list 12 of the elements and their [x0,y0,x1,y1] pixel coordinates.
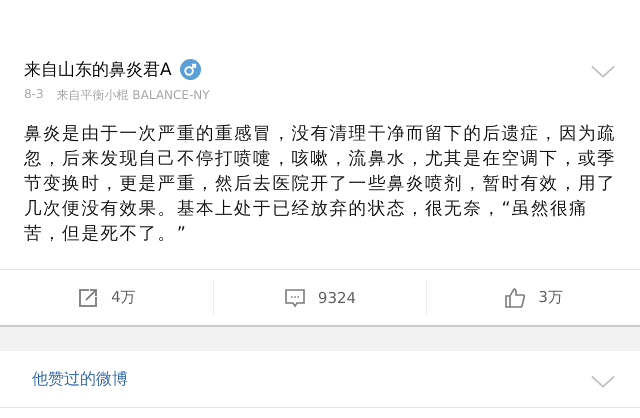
action-count[interactable]: 4万 [111,288,136,307]
post-source: 来自平衡小棍 BALANCE-NY [56,87,210,104]
repost-icon[interactable] [77,286,100,308]
action-count[interactable]: 9324 [318,288,356,306]
section-link[interactable]: 他赞过的微博 [32,368,128,390]
comment-icon[interactable] [284,286,306,308]
post-text: 鼻炎是由于一次严重的重感冒，没有清理干净而留下的后遗症，因为疏忽，后来发现自己不停打喷嚏，咳嗽，流鼻水，尤其是在空调下，或季节变换时，更是严重，然后去医院开了一些鼻炎喷剂，暂时有效，用了几次便没有效果。基本上处于已经放弃的状态，很无奈，“虽然很痛苦，但是死不了。” [24,123,618,246]
post-date: 8-3 [24,87,44,103]
thumbs-up-icon[interactable] [504,286,526,308]
action-count[interactable]: 3万 [538,288,563,307]
author-name[interactable]: 来自山东的鼻炎君A [24,58,172,81]
male-gender-icon [180,59,201,80]
